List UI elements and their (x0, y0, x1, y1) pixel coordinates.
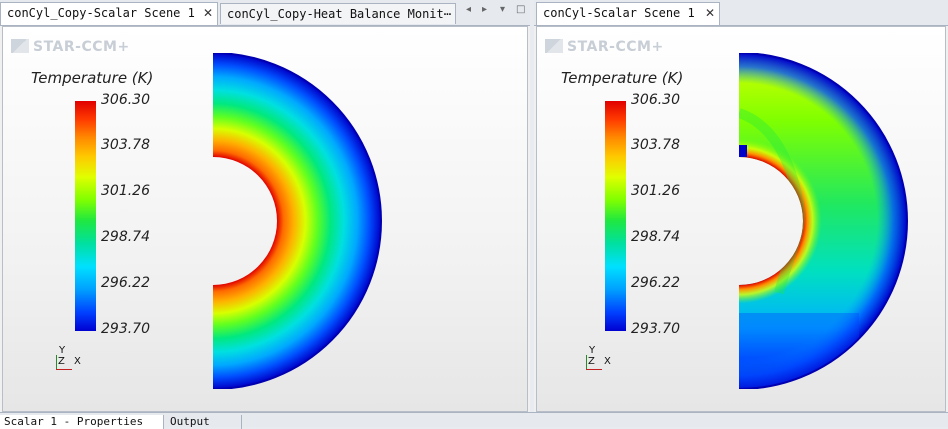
scroll-left-icon[interactable]: ◂ (466, 4, 471, 15)
axis-triad: Y Z X (583, 345, 623, 373)
tab-scalar-scene-copy[interactable]: conCyl_Copy-Scalar Scene 1 ✕ (0, 2, 218, 25)
star-ccm-logo: STAR-CCM+ (545, 39, 664, 55)
close-icon[interactable]: ✕ (705, 3, 715, 23)
scroll-right-icon[interactable]: ▸ (482, 4, 487, 15)
legend-tick: 293.70 (101, 321, 150, 337)
legend-tick: 306.30 (101, 92, 150, 108)
maximize-icon[interactable]: □ (516, 4, 525, 15)
right-tab-strip: conCyl-Scalar Scene 1 ✕ (534, 0, 948, 26)
star-ccm-logo-icon (545, 39, 563, 53)
legend-tick: 303.78 (631, 137, 680, 153)
right-editor-pane: conCyl-Scalar Scene 1 ✕ STAR-CCM+ Temper… (534, 0, 948, 412)
tab-heat-balance-monitor[interactable]: conCyl_Copy-Heat Balance Monit⋯ (220, 3, 456, 24)
temperature-colorbar (75, 101, 96, 331)
legend-tick: 303.78 (101, 137, 150, 153)
left-tab-strip: conCyl_Copy-Scalar Scene 1 ✕ conCyl_Copy… (0, 0, 530, 26)
tab-output[interactable]: Output (166, 415, 242, 429)
legend-title: Temperature (K) (561, 69, 684, 87)
legend-tick: 298.74 (631, 229, 680, 245)
temperature-contour-right (738, 53, 908, 389)
tab-scalar-scene[interactable]: conCyl-Scalar Scene 1 ✕ (536, 2, 720, 25)
tab-label: conCyl-Scalar Scene 1 (543, 6, 695, 20)
close-icon[interactable]: ✕ (203, 3, 213, 23)
legend-tick: 298.74 (101, 229, 150, 245)
star-ccm-logo: STAR-CCM+ (11, 39, 130, 55)
legend-tick: 301.26 (101, 183, 150, 199)
chevron-down-icon[interactable]: ▾ (500, 4, 505, 15)
legend-tick: 296.22 (631, 275, 680, 291)
left-editor-pane: conCyl_Copy-Scalar Scene 1 ✕ conCyl_Copy… (0, 0, 530, 412)
temperature-contour-left (212, 53, 382, 389)
tab-label: conCyl_Copy-Heat Balance Monit⋯ (227, 7, 451, 21)
legend-tick: 296.22 (101, 275, 150, 291)
scene-viewport-left[interactable]: STAR-CCM+ Temperature (K) 306.30 303.78 … (2, 26, 528, 412)
legend-tick: 293.70 (631, 321, 680, 337)
scene-viewport-right[interactable]: STAR-CCM+ Temperature (K) 306.30 303.78 … (536, 26, 946, 412)
axis-triad: Y Z X (53, 345, 93, 373)
bottom-tab-strip: Scalar 1 - Properties Output (0, 412, 948, 429)
legend-tick: 306.30 (631, 92, 680, 108)
legend-title: Temperature (K) (31, 69, 154, 87)
tab-properties[interactable]: Scalar 1 - Properties (0, 415, 164, 429)
temperature-colorbar-fill (605, 101, 626, 331)
star-ccm-logo-icon (11, 39, 29, 53)
tab-label: conCyl_Copy-Scalar Scene 1 (7, 6, 195, 20)
legend-tick: 301.26 (631, 183, 680, 199)
